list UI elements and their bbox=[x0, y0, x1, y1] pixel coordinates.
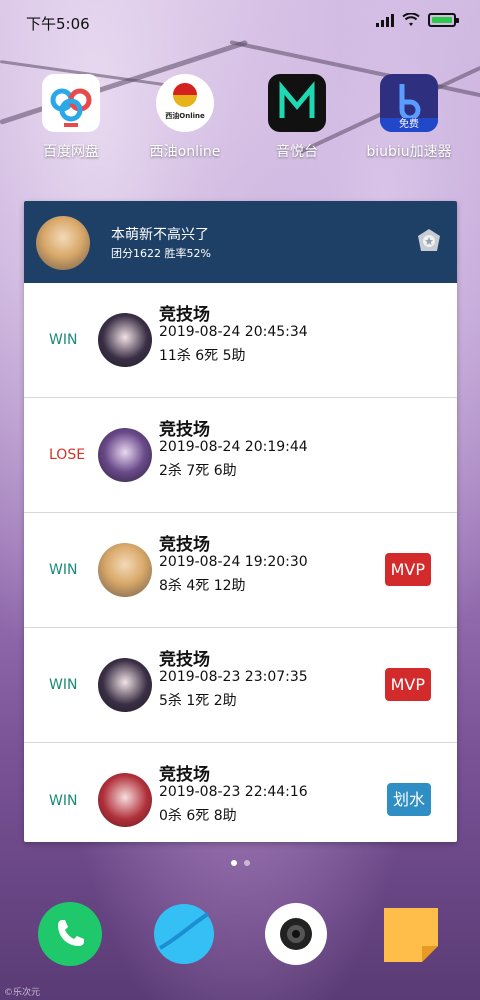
dock-phone[interactable] bbox=[38, 902, 102, 966]
match-kda: 11杀 6死 5助 bbox=[159, 348, 246, 364]
huashui-badge: 划水 bbox=[386, 783, 431, 816]
match-mode: 竞技场 bbox=[159, 305, 210, 325]
status-icons bbox=[376, 13, 459, 27]
match-mode: 竞技场 bbox=[159, 765, 210, 785]
match-result: WIN bbox=[49, 677, 78, 693]
wifi-icon bbox=[402, 13, 420, 26]
match-row[interactable]: LOSE 竞技场 2019-08-24 20:19:44 2杀 7死 6助 bbox=[24, 398, 457, 513]
match-kda: 0杀 6死 8助 bbox=[159, 808, 237, 824]
player-avatar bbox=[36, 216, 90, 270]
app-biubiu[interactable]: 免费 biubiu加速器 bbox=[354, 74, 464, 161]
dock-camera[interactable] bbox=[264, 902, 328, 966]
match-kda: 5杀 1死 2助 bbox=[159, 693, 237, 709]
battery-icon bbox=[428, 13, 459, 27]
match-mode: 竞技场 bbox=[159, 420, 210, 440]
browser-icon bbox=[154, 904, 214, 964]
match-result: WIN bbox=[49, 332, 78, 348]
match-time: 2019-08-24 20:19:44 bbox=[159, 439, 308, 455]
hero-avatar bbox=[98, 658, 152, 712]
status-bar: 下午5:06 bbox=[0, 0, 480, 44]
page-dot[interactable] bbox=[243, 860, 250, 866]
app-label: 西油online bbox=[149, 144, 221, 160]
app-row: 百度网盘 西油Online 西油online 音悦台 免费 biubiu加速器 bbox=[0, 74, 480, 174]
baidu-netdisk-icon bbox=[42, 74, 100, 132]
watermark: ©乐次元 bbox=[4, 988, 41, 998]
app-xiyou-online[interactable]: 西油Online 西油online bbox=[130, 74, 240, 161]
match-time: 2019-08-23 23:07:35 bbox=[159, 669, 308, 685]
signal-icon bbox=[376, 13, 394, 27]
yinyuetai-icon bbox=[268, 74, 326, 132]
xiyou-icon-text: 西油Online bbox=[165, 112, 205, 120]
biubiu-accelerator-icon: 免费 bbox=[380, 74, 438, 132]
app-label: 音悦台 bbox=[276, 144, 318, 160]
hero-avatar bbox=[98, 313, 152, 367]
match-row[interactable]: WIN 竞技场 2019-08-23 22:44:16 0杀 6死 8助 划水 bbox=[24, 743, 457, 842]
mvp-badge: MVP bbox=[384, 553, 431, 586]
dock-notes[interactable] bbox=[380, 902, 444, 966]
match-time: 2019-08-24 19:20:30 bbox=[159, 554, 308, 570]
player-stats: 团分1622 胜率52% bbox=[111, 247, 211, 260]
match-result: LOSE bbox=[49, 447, 86, 463]
hero-avatar bbox=[98, 773, 152, 827]
page-indicator bbox=[0, 860, 480, 866]
match-kda: 8杀 4死 12助 bbox=[159, 578, 246, 594]
app-yinyuetai[interactable]: 音悦台 bbox=[242, 74, 352, 161]
match-time: 2019-08-24 20:45:34 bbox=[159, 324, 308, 340]
xiyou-online-icon: 西油Online bbox=[156, 74, 214, 132]
match-row[interactable]: WIN 竞技场 2019-08-24 20:45:34 11杀 6死 5助 bbox=[24, 283, 457, 398]
match-row[interactable]: WIN 竞技场 2019-08-23 23:07:35 5杀 1死 2助 MVP bbox=[24, 628, 457, 743]
widget-header[interactable]: 本萌新不高兴了 团分1622 胜率52% bbox=[24, 201, 457, 283]
app-label: biubiu加速器 bbox=[366, 144, 452, 160]
player-name: 本萌新不高兴了 bbox=[111, 227, 209, 243]
match-mode: 竞技场 bbox=[159, 650, 210, 670]
notes-icon bbox=[384, 908, 438, 962]
mvp-badge: MVP bbox=[384, 668, 431, 701]
biubiu-free-label: 免费 bbox=[380, 118, 438, 132]
match-kda: 2杀 7死 6助 bbox=[159, 463, 237, 479]
dock-browser[interactable] bbox=[152, 902, 216, 966]
match-row[interactable]: WIN 竞技场 2019-08-24 19:20:30 8杀 4死 12助 MV… bbox=[24, 513, 457, 628]
dock bbox=[0, 902, 480, 972]
hero-avatar bbox=[98, 428, 152, 482]
phone-icon bbox=[38, 902, 102, 966]
app-baidu-netdisk[interactable]: 百度网盘 bbox=[16, 74, 126, 161]
hero-avatar bbox=[98, 543, 152, 597]
match-result: WIN bbox=[49, 792, 78, 809]
match-result: WIN bbox=[49, 562, 78, 578]
match-history-widget: 本萌新不高兴了 团分1622 胜率52% WIN 竞技场 2019-08-24 … bbox=[24, 201, 457, 842]
page-dot-active[interactable] bbox=[230, 860, 237, 866]
match-mode: 竞技场 bbox=[159, 535, 210, 555]
match-time: 2019-08-23 22:44:16 bbox=[159, 784, 308, 800]
app-label: 百度网盘 bbox=[43, 144, 99, 160]
status-time: 下午5:06 bbox=[26, 15, 90, 33]
camera-icon bbox=[265, 903, 327, 965]
rank-badge-icon bbox=[418, 229, 440, 251]
